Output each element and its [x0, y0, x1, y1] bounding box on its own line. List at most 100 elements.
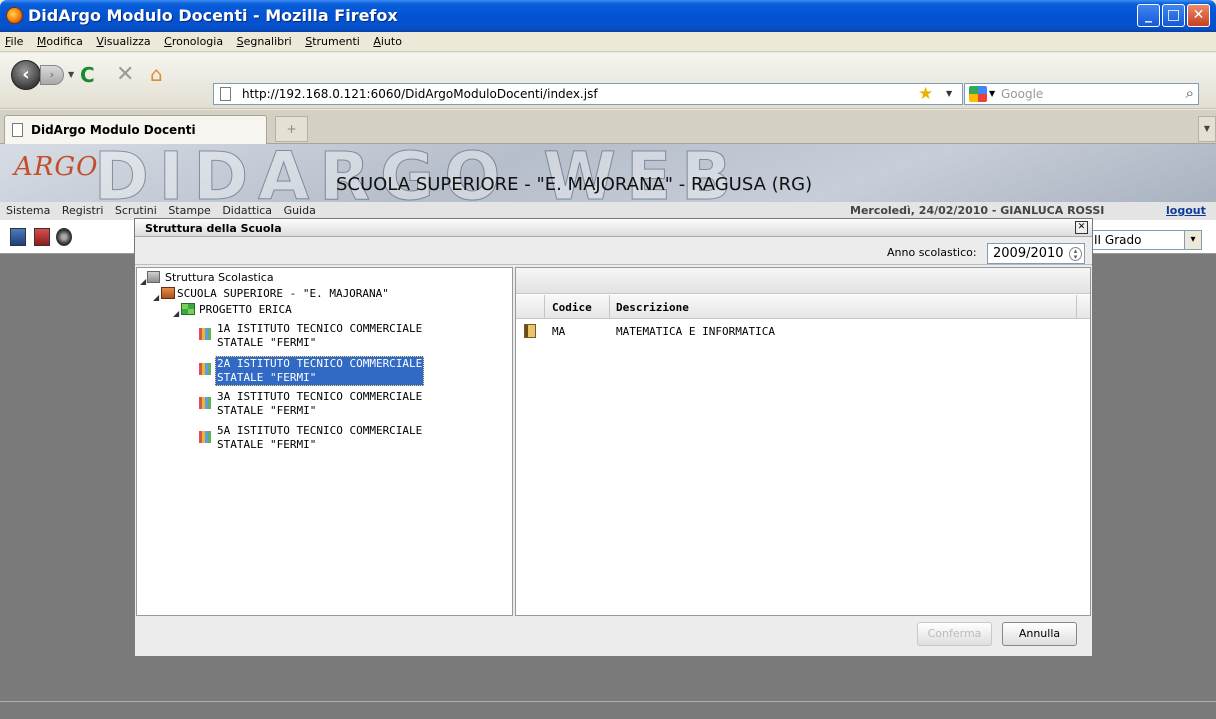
firefox-icon [6, 7, 23, 24]
argo-logo: ARGO [14, 152, 99, 182]
reload-icon[interactable]: C [80, 63, 95, 87]
window-titlebar: DidArgo Modulo Docenti - Mozilla Firefox… [0, 0, 1216, 32]
class-line1: 1A ISTITUTO TECNICO COMMERCIALE [217, 322, 423, 335]
building-icon [161, 287, 175, 299]
menu-segnalibri[interactable]: Segnalibri [232, 32, 297, 48]
class-line1: 3A ISTITUTO TECNICO COMMERCIALE [217, 390, 423, 403]
home-icon[interactable]: ⌂ [150, 62, 163, 86]
new-tab-button[interactable]: + [275, 116, 308, 142]
expand-icon[interactable]: ◢ [173, 309, 179, 318]
column-separator[interactable] [609, 295, 610, 319]
stop-icon[interactable]: ✕ [116, 62, 134, 87]
year-value[interactable]: 2009/2010 [993, 246, 1064, 261]
url-text[interactable]: http://192.168.0.121:6060/DidArgoModuloD… [242, 87, 598, 101]
class-line1: 5A ISTITUTO TECNICO COMMERCIALE [217, 424, 423, 437]
class-line2: STATALE "FERMI" [217, 371, 317, 384]
search-icon[interactable]: ⌕ [1186, 84, 1194, 102]
school-title: SCUOLA SUPERIORE - "E. MAJORANA" - RAGUS… [336, 174, 813, 195]
class-line1: 2A ISTITUTO TECNICO COMMERCIALE [217, 357, 423, 370]
cancel-button[interactable]: Annulla [1002, 622, 1077, 646]
spinner-icon[interactable]: ▴ ▾ [1069, 247, 1082, 261]
dialog-titlebar: Struttura della Scuola ✕ [135, 219, 1092, 237]
menu-visualizza[interactable]: Visualizza [91, 32, 155, 48]
dialog-toolbar: Anno scolastico: 2009/2010 ▴ ▾ [135, 239, 1092, 265]
menu-modifica[interactable]: Modifica [32, 32, 88, 48]
structure-tree: ◢ Struttura Scolastica ◢ SCUOLA SUPERIOR… [136, 267, 513, 616]
close-icon[interactable]: ✕ [1075, 221, 1088, 234]
minimize-button[interactable]: _ [1137, 4, 1160, 27]
grid-group-bar [516, 268, 1090, 294]
app-header: ARGO DIDARGO WEB SCUOLA SUPERIORE - "E. … [0, 144, 1216, 202]
settings-icon[interactable] [56, 228, 72, 246]
tree-node-school[interactable]: SCUOLA SUPERIORE - "E. MAJORANA" [177, 287, 389, 301]
register-icon[interactable] [10, 228, 26, 246]
expand-icon[interactable]: ◢ [153, 293, 159, 302]
logout-link[interactable]: logout [1166, 204, 1206, 217]
tree-node-root[interactable]: Struttura Scolastica [165, 271, 274, 285]
class-icon [199, 363, 211, 375]
maximize-button[interactable]: □ [1162, 4, 1185, 27]
book-icon [524, 324, 536, 338]
grado-select[interactable]: II Grado ▾ [1090, 230, 1202, 250]
menu-strumenti[interactable]: Strumenti [300, 32, 365, 48]
tab-label: DidArgo Modulo Docenti [31, 123, 196, 137]
class-line2: STATALE "FERMI" [217, 336, 317, 349]
book-icon[interactable] [34, 228, 50, 246]
table-row[interactable]: MA MATEMATICA E INFORMATICA [516, 321, 1090, 341]
cell-descrizione: MATEMATICA E INFORMATICA [616, 325, 775, 338]
confirm-button[interactable]: Conferma [917, 622, 992, 646]
app-menu-stampe[interactable]: Stampe [162, 202, 213, 217]
tree-node-class[interactable]: 5A ISTITUTO TECNICO COMMERCIALE STATALE … [217, 424, 422, 452]
project-icon [181, 303, 195, 315]
back-arrow-icon[interactable]: ‹ [11, 60, 41, 90]
column-separator[interactable] [544, 295, 545, 319]
class-icon [199, 397, 211, 409]
app-menu-guida[interactable]: Guida [278, 202, 318, 217]
tree-node-class[interactable]: 1A ISTITUTO TECNICO COMMERCIALE STATALE … [217, 322, 422, 350]
tree-node-class-selected[interactable]: 2A ISTITUTO TECNICO COMMERCIALE STATALE … [215, 356, 425, 386]
browser-menubar: File Modifica Visualizza Cronologia Segn… [0, 32, 1216, 52]
menu-aiuto[interactable]: Aiuto [368, 32, 407, 48]
class-icon [199, 328, 211, 340]
navigation-toolbar: ‹ › ▼ C ✕ ⌂ http://192.168.0.121:6060/Di… [0, 53, 1216, 109]
search-engine-dropdown-icon[interactable]: ▼ [989, 89, 995, 98]
tab-list-icon[interactable]: ▼ [1198, 116, 1216, 142]
tab-strip: DidArgo Modulo Docenti + ▼ [0, 110, 1216, 144]
date-user-label: Mercoledì, 24/02/2010 - GIANLUCA ROSSI [850, 204, 1105, 217]
search-bar[interactable]: ▼ Google ⌕ [964, 83, 1199, 105]
tree-node-project[interactable]: PROGETTO ERICA [199, 303, 292, 317]
forward-arrow-icon[interactable]: › [40, 65, 64, 85]
column-separator[interactable] [1076, 295, 1077, 319]
window-title: DidArgo Modulo Docenti - Mozilla Firefox [28, 6, 398, 25]
class-line2: STATALE "FERMI" [217, 404, 317, 417]
school-icon [147, 271, 160, 283]
bookmark-star-icon[interactable]: ★ [918, 84, 933, 104]
history-dropdown-icon[interactable]: ▼ [68, 70, 74, 79]
column-header-descrizione[interactable]: Descrizione [616, 301, 689, 314]
app-menu-registri[interactable]: Registri [56, 202, 106, 217]
close-window-button[interactable]: ✕ [1187, 4, 1210, 27]
app-menu-didattica[interactable]: Didattica [216, 202, 274, 217]
menu-cronologia[interactable]: Cronologia [159, 32, 228, 48]
chevron-down-icon[interactable]: ▾ [1184, 231, 1201, 249]
year-spinner[interactable]: 2009/2010 ▴ ▾ [987, 243, 1085, 264]
cell-codice: MA [552, 325, 566, 338]
app-menu-sistema[interactable]: Sistema [0, 202, 52, 217]
page-icon [220, 87, 231, 101]
menu-file[interactable]: File [0, 32, 28, 48]
firefox-window: DidArgo Modulo Docenti - Mozilla Firefox… [0, 0, 1216, 719]
school-structure-dialog: Struttura della Scuola ✕ Anno scolastico… [134, 218, 1093, 657]
expand-icon[interactable]: ◢ [140, 277, 146, 286]
app-menu-scrutini[interactable]: Scrutini [109, 202, 159, 217]
column-header-codice[interactable]: Codice [552, 301, 592, 314]
url-bar[interactable]: http://192.168.0.121:6060/DidArgoModuloD… [213, 83, 963, 105]
tree-node-class[interactable]: 3A ISTITUTO TECNICO COMMERCIALE STATALE … [217, 390, 422, 418]
tab-didargo[interactable]: DidArgo Modulo Docenti [4, 115, 267, 144]
page-icon [12, 123, 23, 137]
dialog-title: Struttura della Scuola [145, 222, 282, 235]
google-icon[interactable] [969, 86, 987, 102]
search-input[interactable]: Google [1001, 87, 1043, 101]
year-label: Anno scolastico: [887, 246, 977, 259]
class-icon [199, 431, 211, 443]
url-dropdown-icon[interactable]: ▼ [946, 89, 952, 98]
